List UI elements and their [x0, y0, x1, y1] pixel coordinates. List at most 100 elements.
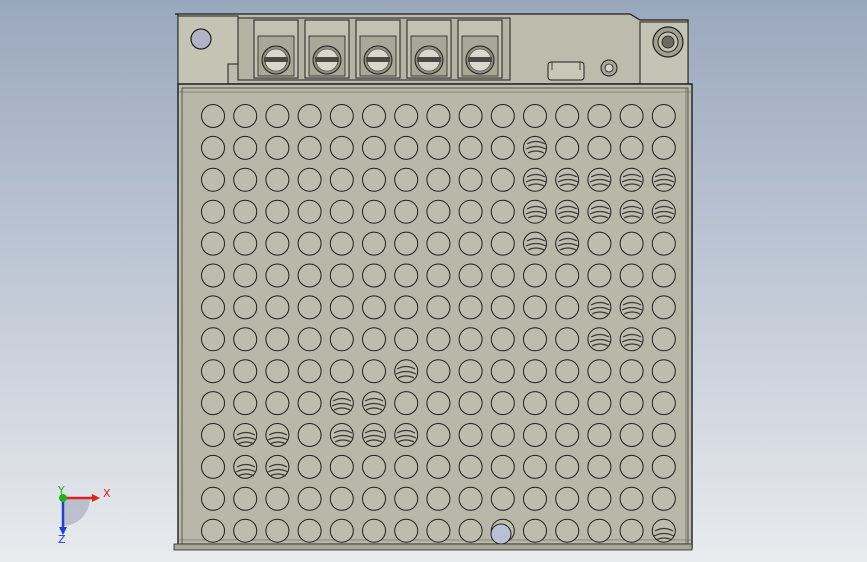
- vent-hole: [362, 263, 386, 288]
- vent-hole: [458, 231, 483, 256]
- vent-hole: [201, 199, 225, 224]
- vent-hole: [458, 391, 483, 416]
- vent-hole: [587, 518, 612, 543]
- vent-hole: [297, 167, 322, 192]
- vent-hole: [458, 167, 483, 192]
- vent-hole: [490, 391, 515, 416]
- vent-hole: [201, 423, 225, 447]
- vent-hole: [297, 263, 322, 288]
- vent-hole: [426, 295, 451, 320]
- vent-hole: [362, 199, 386, 224]
- vent-hole: [394, 327, 419, 352]
- vent-hole: [233, 359, 258, 384]
- vent-hole: [523, 104, 547, 128]
- vent-hole: [458, 423, 483, 447]
- vent-hole: [458, 454, 483, 479]
- vent-hole: [523, 486, 547, 511]
- vent-hole: [426, 454, 451, 479]
- vent-hole: [587, 135, 612, 160]
- terminal-block: [175, 13, 689, 85]
- vent-hole: [426, 104, 451, 128]
- vent-hole: [265, 518, 290, 543]
- vent-hole: [651, 423, 676, 447]
- vent-hole: [233, 135, 258, 160]
- vent-hole: [619, 231, 644, 256]
- vent-hole: [426, 359, 451, 384]
- vent-hole: [233, 199, 258, 224]
- vent-hole: [394, 135, 419, 160]
- vent-hole: [329, 359, 354, 384]
- vent-hole: [458, 199, 483, 224]
- vent-hole: [619, 263, 644, 288]
- vent-hole: [362, 454, 386, 479]
- vent-hole: [265, 104, 290, 128]
- vent-hole: [426, 518, 451, 543]
- vent-hole: [651, 295, 676, 320]
- vent-hole: [329, 295, 354, 320]
- vent-hole: [458, 486, 483, 511]
- vent-hole: [555, 423, 580, 447]
- vent-hole: [201, 359, 225, 384]
- vent-hole: [458, 135, 483, 160]
- vent-hole: [490, 423, 515, 447]
- vent-hole: [201, 295, 225, 320]
- vent-hole: [201, 454, 225, 479]
- vent-hole: [619, 518, 644, 543]
- vent-hole: [297, 359, 322, 384]
- vent-hole: [233, 486, 258, 511]
- power-supply-model[interactable]: [173, 13, 693, 551]
- vent-hole: [394, 486, 419, 511]
- vent-hole: [523, 454, 547, 479]
- vent-hole: [233, 391, 258, 416]
- vent-hole: [265, 359, 290, 384]
- vent-hole: [233, 167, 258, 192]
- vent-hole: [490, 199, 515, 224]
- vent-hole: [651, 263, 676, 288]
- vent-hole: [201, 135, 225, 160]
- vent-hole: [458, 263, 483, 288]
- vent-hole: [362, 104, 386, 128]
- vent-hole: [362, 167, 386, 192]
- mounting-hole: [190, 28, 212, 50]
- vent-hole: [587, 231, 612, 256]
- vent-hole: [201, 231, 225, 256]
- vent-hole: [362, 295, 386, 320]
- cad-viewport[interactable]: X Y Z: [0, 0, 867, 562]
- vent-hole: [297, 199, 322, 224]
- vent-hole: [490, 167, 515, 192]
- vent-hole: [362, 135, 386, 160]
- vent-hole: [490, 295, 515, 320]
- y-axis-label: Y: [57, 484, 65, 497]
- vent-hole: [394, 104, 419, 128]
- vent-hole: [555, 135, 580, 160]
- vent-hole: [201, 263, 225, 288]
- vent-hole: [587, 486, 612, 511]
- vent-hole: [265, 295, 290, 320]
- vent-hole: [265, 263, 290, 288]
- vent-hole: [426, 391, 451, 416]
- perforated-cover: [177, 83, 693, 549]
- vent-hole: [651, 454, 676, 479]
- vent-hole: [297, 391, 322, 416]
- vent-hole: [265, 167, 290, 192]
- vent-hole: [297, 454, 322, 479]
- vent-hole: [555, 359, 580, 384]
- vent-hole: [426, 231, 451, 256]
- vent-hole: [458, 104, 483, 128]
- vent-hole: [233, 231, 258, 256]
- vent-hole: [619, 486, 644, 511]
- vent-hole: [619, 359, 644, 384]
- vent-hole: [201, 486, 225, 511]
- vent-hole: [394, 167, 419, 192]
- vent-hole: [297, 518, 322, 543]
- vent-hole: [426, 423, 451, 447]
- vent-hole: [329, 263, 354, 288]
- vent-hole: [329, 231, 354, 256]
- vent-hole: [265, 327, 290, 352]
- vent-hole: [297, 135, 322, 160]
- vent-hole: [201, 391, 225, 416]
- vent-hole: [523, 295, 547, 320]
- vent-hole: [651, 359, 676, 384]
- vent-hole: [490, 135, 515, 160]
- vent-hole: [651, 327, 676, 352]
